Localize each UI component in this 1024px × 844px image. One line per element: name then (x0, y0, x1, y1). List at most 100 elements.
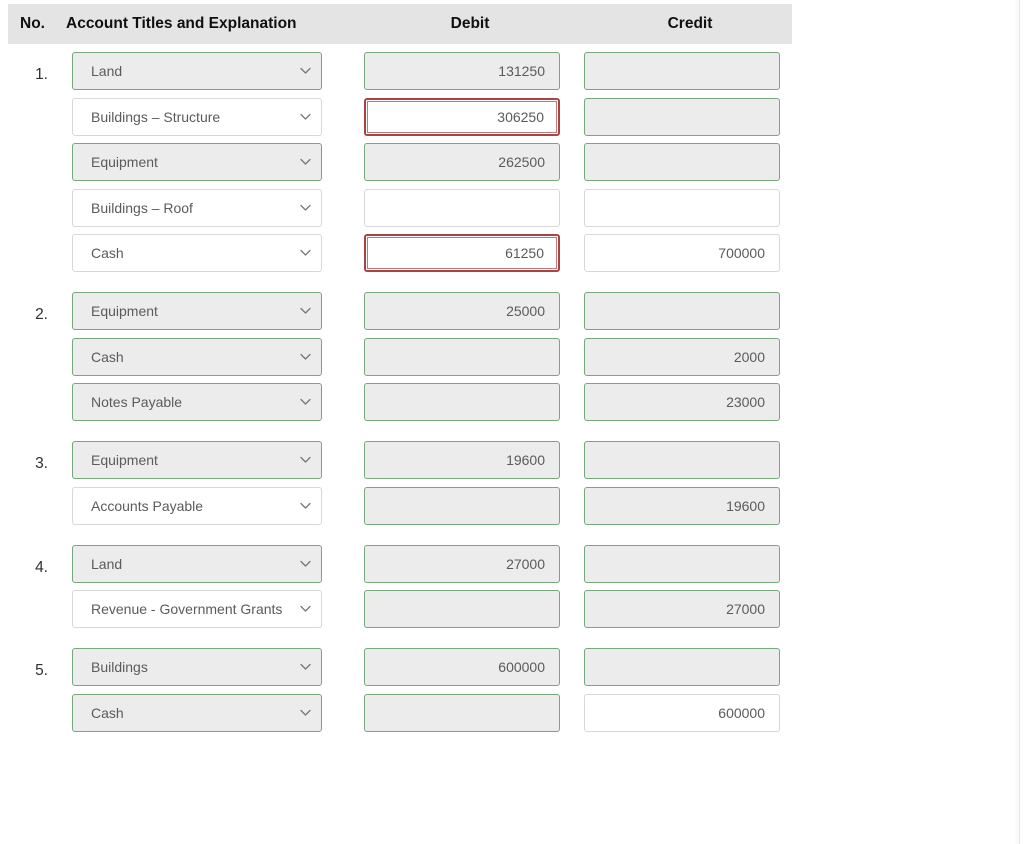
debit-value: 25000 (506, 303, 545, 319)
credit-input[interactable]: 23000 (584, 383, 780, 421)
account-title-select[interactable]: Buildings – Structure (72, 97, 322, 136)
table-row: Cash 2000 (0, 337, 1019, 384)
chevron-down-icon (299, 155, 312, 168)
chevron-down-icon (299, 304, 312, 317)
chevron-down-icon (299, 499, 312, 512)
credit-input[interactable] (584, 544, 780, 583)
credit-input[interactable]: 600000 (584, 693, 780, 732)
account-title-value: Accounts Payable (91, 497, 204, 514)
row-number: 5. (35, 662, 48, 679)
chevron-down-icon (299, 706, 312, 719)
account-title-select[interactable]: Equipment (72, 441, 322, 479)
credit-input[interactable] (584, 441, 780, 479)
debit-input[interactable] (364, 693, 560, 732)
chevron-down-icon (299, 110, 312, 123)
account-title-value: Notes Payable (91, 394, 183, 410)
credit-input[interactable]: 2000 (584, 337, 780, 376)
debit-value: 61250 (505, 245, 544, 261)
credit-input[interactable]: 19600 (584, 486, 780, 525)
debit-input[interactable]: 306250 (364, 97, 560, 136)
row-number: 2. (35, 306, 48, 323)
account-title-value: Buildings (91, 659, 148, 675)
chevron-down-icon (299, 246, 312, 259)
chevron-down-icon (299, 453, 312, 466)
credit-value: 2000 (733, 348, 765, 365)
column-header-credit: Credit (667, 15, 713, 32)
chevron-down-icon (299, 557, 312, 570)
credit-value: 19600 (726, 497, 765, 514)
chevron-down-icon (299, 64, 312, 77)
chevron-down-icon (299, 660, 312, 673)
chevron-down-icon (299, 350, 312, 363)
table-row: Buildings – Structure 306250 (0, 97, 1019, 144)
account-title-select[interactable]: Revenue - Government Grants (72, 590, 322, 628)
account-title-value: Buildings – Roof (91, 199, 193, 216)
debit-input[interactable]: 131250 (364, 52, 560, 90)
column-header-debit: Debit (450, 15, 490, 32)
row-number: 1. (35, 66, 48, 83)
debit-input[interactable]: 19600 (364, 441, 560, 479)
account-title-select[interactable]: Equipment (72, 143, 322, 181)
account-title-value: Revenue - Government Grants (91, 601, 283, 617)
credit-value: 27000 (726, 601, 765, 617)
debit-input[interactable]: 25000 (364, 292, 560, 330)
table-row: Revenue - Government Grants 27000 (0, 590, 1019, 636)
debit-input[interactable]: 600000 (364, 648, 560, 686)
table-row: 1. Land 131250 (0, 52, 1019, 98)
table-row: Equipment 262500 (0, 143, 1019, 189)
credit-value: 23000 (726, 394, 765, 410)
debit-input[interactable] (364, 337, 560, 376)
debit-input[interactable] (364, 383, 560, 421)
row-number: 3. (35, 455, 48, 472)
account-title-select[interactable]: Accounts Payable (72, 486, 322, 525)
account-title-value: Equipment (91, 452, 158, 468)
table-row: 5. Buildings 600000 (0, 648, 1019, 694)
credit-input[interactable] (584, 97, 780, 136)
table-row: 2. Equipment 25000 (0, 292, 1019, 338)
table-row: 4. Land 27000 (0, 544, 1019, 591)
credit-input[interactable] (584, 648, 780, 686)
account-title-value: Equipment (91, 154, 158, 170)
account-title-select[interactable]: Land (72, 544, 322, 583)
table-header: No. Account Titles and Explanation Debit… (8, 4, 792, 44)
credit-input[interactable]: 27000 (584, 590, 780, 628)
credit-input[interactable] (584, 188, 780, 227)
debit-value: 306250 (497, 108, 544, 125)
debit-input[interactable] (364, 590, 560, 628)
debit-input[interactable]: 61250 (364, 234, 560, 272)
debit-value: 27000 (506, 555, 545, 572)
account-title-value: Cash (91, 704, 124, 721)
credit-input[interactable] (584, 292, 780, 330)
page-scrollbar[interactable] (1015, 0, 1019, 844)
account-title-select[interactable]: Buildings – Roof (72, 188, 322, 227)
account-title-value: Cash (91, 245, 124, 261)
credit-value: 600000 (718, 704, 765, 721)
account-title-value: Equipment (91, 303, 158, 319)
account-title-select[interactable]: Equipment (72, 292, 322, 330)
column-header-account: Account Titles and Explanation (66, 15, 297, 32)
chevron-down-icon (299, 395, 312, 408)
account-title-value: Buildings – Structure (91, 108, 221, 125)
account-title-select[interactable]: Land (72, 52, 322, 90)
table-row: 3. Equipment 19600 (0, 441, 1019, 487)
debit-input[interactable]: 27000 (364, 544, 560, 583)
debit-input[interactable] (364, 188, 560, 227)
credit-input[interactable] (584, 52, 780, 90)
debit-value: 131250 (498, 63, 545, 79)
account-title-select[interactable]: Cash (72, 693, 322, 732)
account-title-value: Cash (91, 348, 124, 365)
debit-input[interactable]: 262500 (364, 143, 560, 181)
account-title-select[interactable]: Cash (72, 337, 322, 376)
credit-input[interactable] (584, 143, 780, 181)
debit-input[interactable] (364, 486, 560, 525)
account-title-select[interactable]: Cash (72, 234, 322, 272)
account-title-value: Land (91, 555, 123, 572)
credit-input[interactable]: 700000 (584, 234, 780, 272)
account-title-select[interactable]: Buildings (72, 648, 322, 686)
table-row: Notes Payable 23000 (0, 383, 1019, 429)
debit-value: 19600 (506, 452, 545, 468)
row-number: 4. (35, 558, 48, 576)
journal-rows: 1. Land 131250 Buildings – Structure 306250 E… (0, 52, 1019, 739)
account-title-select[interactable]: Notes Payable (72, 383, 322, 421)
chevron-down-icon (299, 201, 312, 214)
